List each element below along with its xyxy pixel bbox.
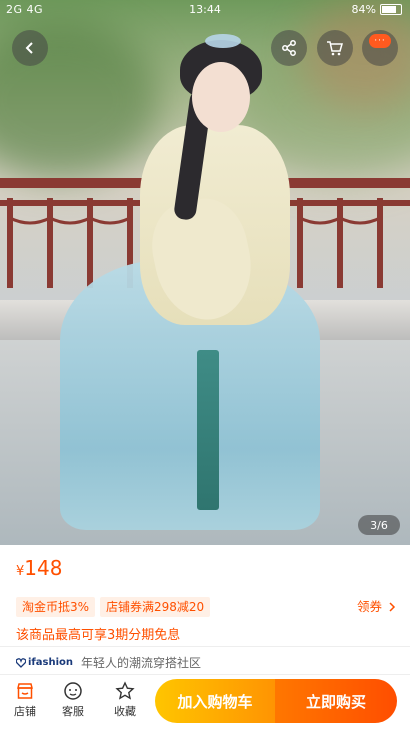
service-icon [64,682,82,700]
hair-ornament [205,34,241,48]
installment-info[interactable]: 该商品最高可享3期分期免息 [16,624,180,643]
tab-service[interactable]: 客服 [51,681,95,719]
product-price: ¥148 [16,556,62,580]
tab-shop[interactable]: 店铺 [3,681,47,719]
battery-percent: 84% [351,3,376,16]
cart-button[interactable] [317,30,353,66]
get-coupon-label: 领券 [356,599,382,614]
ifashion-heart-icon [16,657,26,668]
more-button[interactable]: ··· [362,30,398,66]
tab-favorite-label: 收藏 [114,705,136,718]
add-to-cart-button[interactable]: 加入购物车 [155,679,275,723]
price-value: 148 [24,556,63,580]
chevron-right-icon [389,602,396,612]
share-button[interactable] [271,30,307,66]
divider [0,646,410,647]
shop-slogan: 年轻人的潮流穿搭社区 [81,656,202,670]
tab-favorite[interactable]: 收藏 [103,681,147,719]
promo-taojinbi[interactable]: 淘金币抵3% [16,597,96,617]
model-face [192,62,250,132]
tab-service-label: 客服 [62,705,84,718]
status-right: 84% [352,3,402,16]
bottom-action-bar: 店铺 客服 收藏 加入购物车 立即购买 [0,674,410,729]
buy-now-button[interactable]: 立即购买 [275,679,397,723]
more-badge: ··· [369,34,391,48]
back-arrow-icon [25,42,33,54]
get-coupon-link[interactable]: 领券 [357,597,396,617]
promo-shop-coupon[interactable]: 店铺券满298减20 [100,597,211,617]
gallery-pager: 3/6 [358,515,400,535]
star-icon [115,681,135,700]
back-button[interactable] [12,30,48,66]
cart-icon [327,41,343,56]
status-bar: 2G 4G 13:44 84% [0,0,410,20]
product-image-gallery[interactable] [0,0,410,545]
share-icon [282,40,296,56]
tab-shop-label: 店铺 [14,705,36,718]
ifashion-brand: ifashion [28,657,74,668]
shop-row[interactable]: ifashion 年轻人的潮流穿搭社区 [16,654,201,671]
shop-icon [17,683,33,699]
status-time: 13:44 [189,3,221,16]
battery-icon [380,4,402,15]
ifashion-logo: ifashion [16,657,73,668]
